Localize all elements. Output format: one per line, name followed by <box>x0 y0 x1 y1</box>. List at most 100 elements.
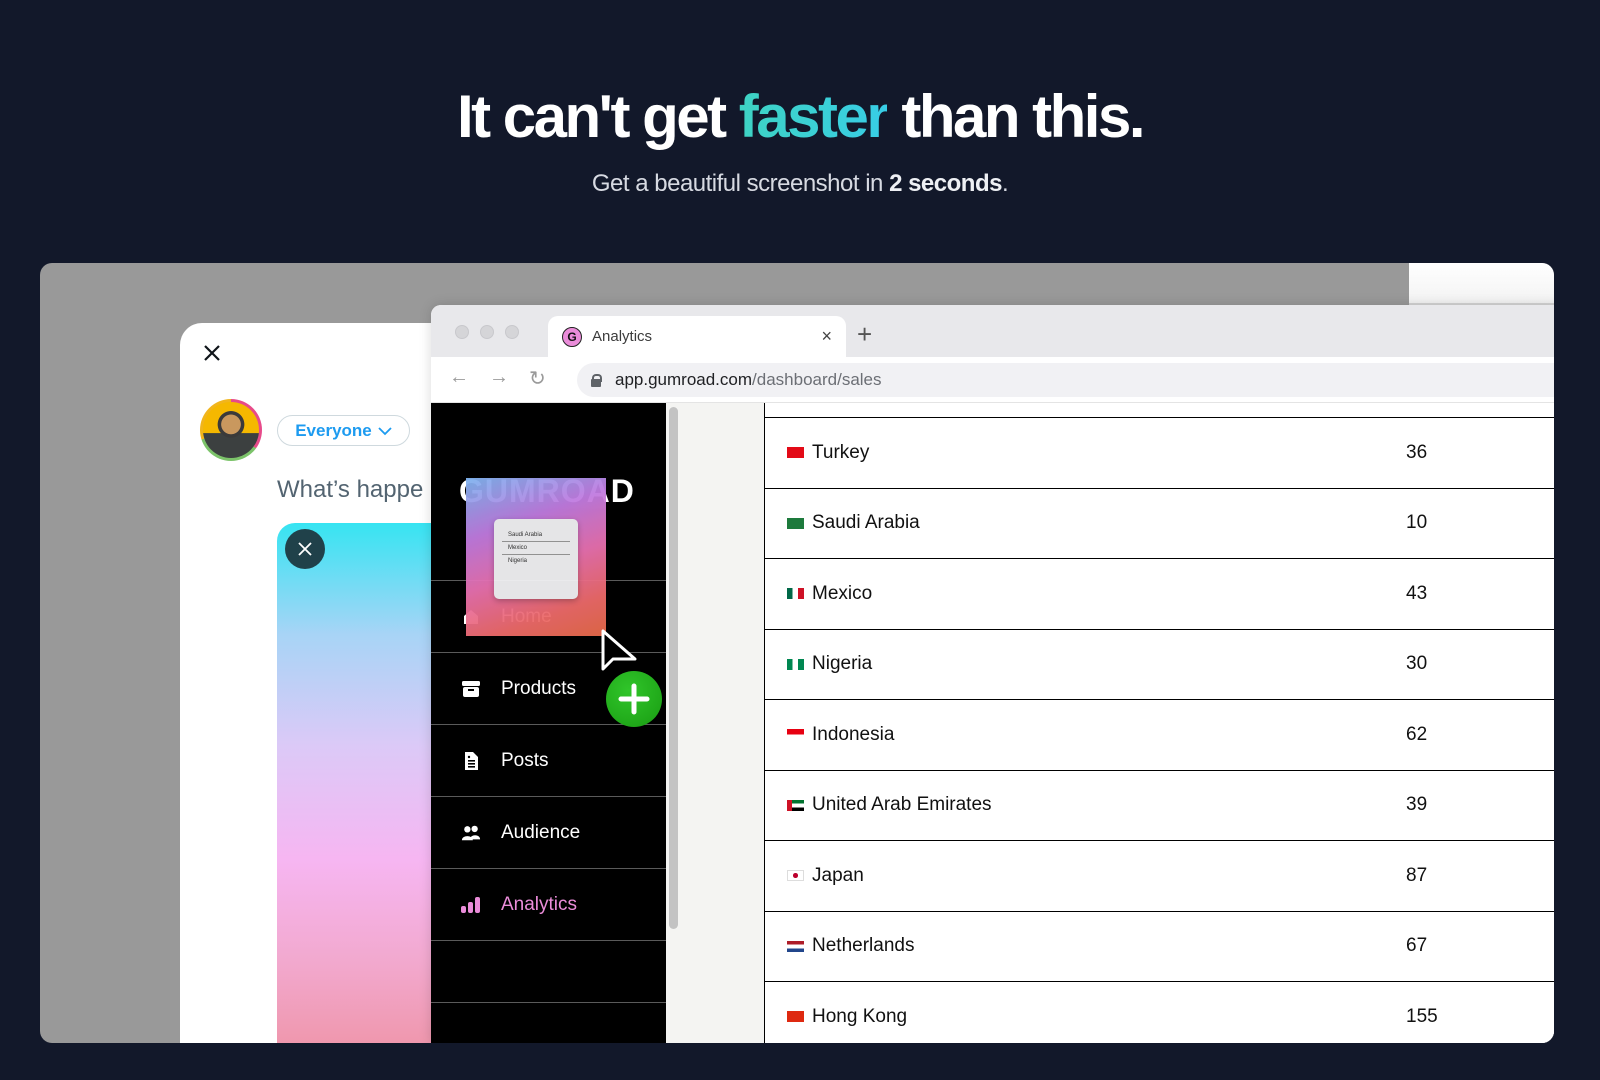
avatar[interactable] <box>200 399 262 461</box>
browser-toolbar: ← → ↻ app.gumroad.com/dashboard/sales <box>431 357 1554 403</box>
tab-strip: G Analytics × + <box>431 305 1554 357</box>
hero-subtitle-start: Get a beautiful screenshot in <box>591 170 890 197</box>
hero-subtitle-bold: 2 seconds <box>889 170 1002 197</box>
forward-arrow-icon[interactable]: → <box>489 366 509 389</box>
sales-by-country-table: Turkey 36 Saudi Arabia 10 Mexico 43 Nige… <box>764 403 1554 1043</box>
tab-analytics[interactable]: G Analytics × <box>548 316 846 357</box>
address-bar[interactable]: app.gumroad.com/dashboard/sales <box>577 363 1554 397</box>
table-top-edge <box>765 403 1554 418</box>
tab-title: Analytics <box>592 328 653 345</box>
content-gutter <box>682 403 764 1043</box>
sidebar-item-label: Analytics <box>501 893 578 915</box>
sidebar-item-label: Audience <box>501 821 581 843</box>
country-value: 36 <box>1406 441 1428 463</box>
thumbnail-card: Saudi Arabia Mexico Nigeria <box>494 519 578 599</box>
table-row-tr[interactable]: Turkey 36 <box>765 418 1554 489</box>
country-name: Netherlands <box>812 935 915 957</box>
country-name: Hong Kong <box>812 1005 908 1027</box>
country-value: 10 <box>1406 512 1428 534</box>
thumbnail-row: Saudi Arabia <box>502 529 570 542</box>
flag-sa-icon <box>787 517 804 529</box>
sidebar-item-audience[interactable]: Audience <box>431 797 666 869</box>
back-arrow-icon[interactable]: ← <box>449 366 469 389</box>
window-close-button[interactable] <box>455 325 469 339</box>
hero-title-accent: faster <box>738 83 890 150</box>
hero-subtitle-end: . <box>1001 170 1009 197</box>
tab-close-icon[interactable]: × <box>821 326 832 347</box>
sidebar-item-label: Posts <box>501 749 549 771</box>
audience-label: Everyone <box>295 420 372 440</box>
country-name: Mexico <box>812 582 873 604</box>
table-row-sa[interactable]: Saudi Arabia 10 <box>765 489 1554 559</box>
window-minimize-button[interactable] <box>480 325 494 339</box>
table-row-hk[interactable]: Hong Kong 155 <box>765 982 1554 1043</box>
sidebar-item-analytics[interactable]: Analytics <box>431 869 666 941</box>
table-row-jp[interactable]: Japan 87 <box>765 841 1554 912</box>
country-value: 30 <box>1406 653 1428 675</box>
hero-title-start: It can't get <box>456 83 739 150</box>
country-value: 43 <box>1406 582 1428 604</box>
background-window-edge <box>1409 263 1554 305</box>
demo-stage: Everyone What’s happe G Analytics × + ← … <box>40 263 1554 1043</box>
country-name: United Arab Emirates <box>812 794 992 816</box>
url-host: app.gumroad.com <box>615 370 753 389</box>
country-name: Japan <box>812 864 864 886</box>
country-value: 67 <box>1406 935 1428 957</box>
chevron-down-icon <box>378 426 392 435</box>
country-name: Turkey <box>812 441 870 463</box>
flag-mx-icon <box>787 588 804 600</box>
audience-selector[interactable]: Everyone <box>277 415 410 446</box>
close-icon <box>204 345 220 361</box>
country-value: 155 <box>1406 1005 1438 1027</box>
people-icon <box>461 823 481 843</box>
gumroad-app: GUMROAD Home Products Posts Audience <box>431 403 1554 1043</box>
composer-close-button[interactable] <box>200 341 224 365</box>
lock-icon <box>591 374 602 387</box>
url-path: /dashboard/sales <box>752 370 882 389</box>
window-maximize-button[interactable] <box>505 325 519 339</box>
table-row-ae[interactable]: United Arab Emirates 39 <box>765 771 1554 841</box>
browser-window: G Analytics × + ← → ↻ app.gumroad.com/da… <box>431 305 1554 1043</box>
drag-screenshot-thumbnail[interactable]: Saudi Arabia Mexico Nigeria <box>466 478 606 636</box>
flag-hk-icon <box>787 1011 804 1023</box>
hero-subtitle: Get a beautiful screenshot in 2 seconds. <box>0 170 1600 198</box>
sidebar-scrollbar[interactable] <box>666 403 682 1043</box>
country-value: 62 <box>1406 723 1428 745</box>
close-icon <box>298 542 312 556</box>
country-name: Nigeria <box>812 653 873 675</box>
document-icon <box>461 751 481 771</box>
flag-tr-icon <box>787 447 804 459</box>
table-row-mx[interactable]: Mexico 43 <box>765 559 1554 630</box>
new-tab-button[interactable]: + <box>857 321 872 347</box>
flag-id-icon <box>787 729 804 741</box>
country-name: Indonesia <box>812 723 895 745</box>
reload-icon[interactable]: ↻ <box>529 366 546 391</box>
sidebar: GUMROAD Home Products Posts Audience <box>431 403 666 1043</box>
flag-jp-icon <box>787 870 804 882</box>
hero-title-end: than this. <box>887 83 1145 150</box>
sidebar-item-label: Products <box>501 677 576 699</box>
thumbnail-row: Nigeria <box>508 558 528 564</box>
thumbnail-row: Mexico <box>502 542 570 555</box>
table-row-nl[interactable]: Netherlands 67 <box>765 912 1554 982</box>
media-remove-button[interactable] <box>285 529 325 569</box>
avatar-image <box>203 402 259 458</box>
flag-nl-icon <box>787 940 804 952</box>
sidebar-item-posts[interactable]: Posts <box>431 725 666 797</box>
gumroad-favicon-icon: G <box>562 326 582 347</box>
scrollbar-thumb[interactable] <box>669 407 678 929</box>
plus-icon <box>618 683 650 715</box>
table-row-id[interactable]: Indonesia 62 <box>765 700 1554 771</box>
hero-title: It can't get faster than this. <box>0 82 1600 151</box>
flag-ae-icon <box>787 799 804 811</box>
country-value: 87 <box>1406 864 1428 886</box>
tweet-text-input[interactable]: What’s happe <box>277 476 423 504</box>
country-name: Saudi Arabia <box>812 512 920 534</box>
country-value: 39 <box>1406 794 1428 816</box>
favicon-letter: G <box>567 329 577 344</box>
mouse-cursor-icon <box>601 629 637 671</box>
sidebar-spacer <box>431 941 666 1003</box>
table-row-ng[interactable]: Nigeria 30 <box>765 630 1554 700</box>
archive-box-icon <box>461 679 481 699</box>
bar-chart-icon <box>461 895 481 915</box>
